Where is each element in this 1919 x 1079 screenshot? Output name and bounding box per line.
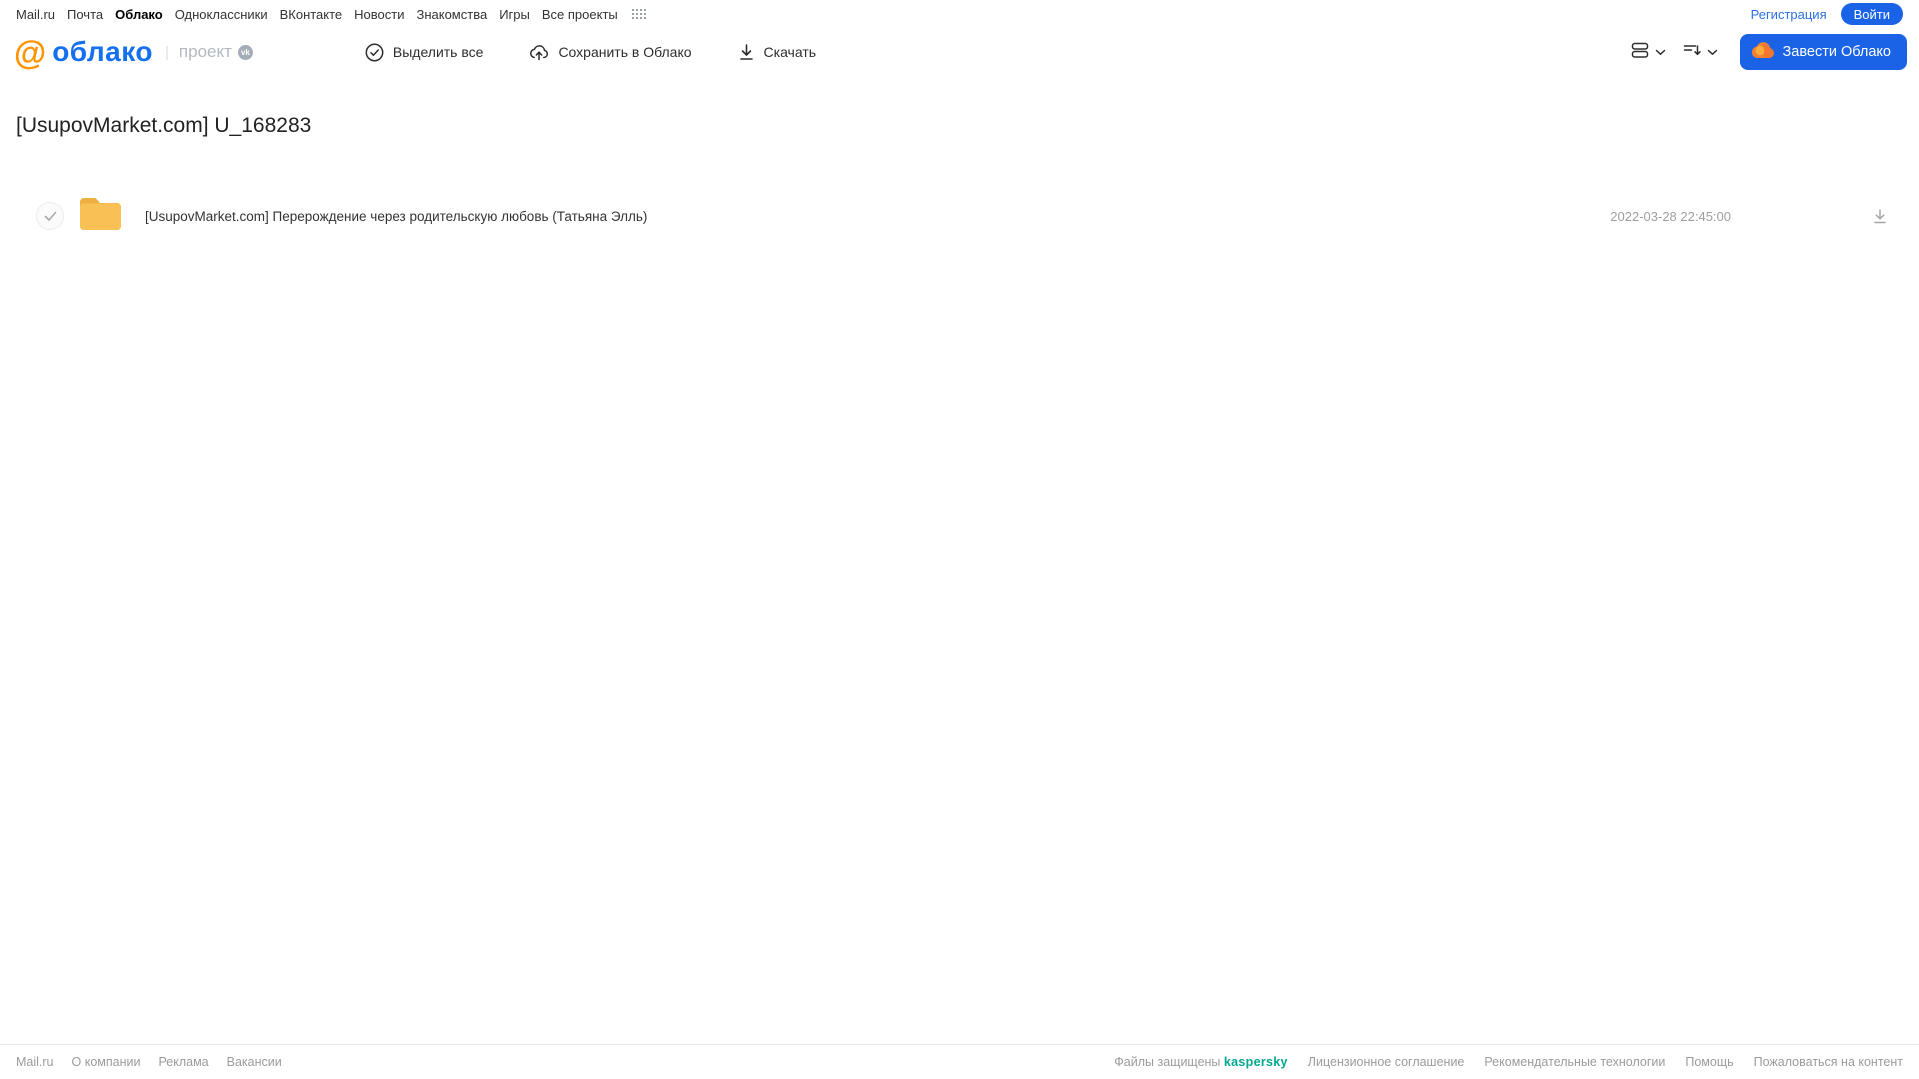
footer-ads-link[interactable]: Реклама: [158, 1055, 208, 1069]
vk-icon: vk: [237, 44, 253, 60]
cloud-logo-text: облако: [52, 36, 153, 67]
portal-nav: Mail.ru Почта Облако Одноклассники ВКонт…: [0, 0, 1919, 28]
register-link[interactable]: Регистрация: [1751, 7, 1827, 22]
get-cloud-button[interactable]: Завести Облако: [1739, 34, 1907, 70]
download-label: Скачать: [763, 44, 817, 60]
footer-report-link[interactable]: Пожаловаться на контент: [1754, 1055, 1903, 1069]
get-cloud-label: Завести Облако: [1782, 44, 1891, 60]
footer-left-links: Mail.ru О компании Реклама Вакансии: [16, 1055, 282, 1069]
page-title: [UsupovMarket.com] U_168283: [16, 114, 312, 137]
sort-icon: [1682, 41, 1702, 64]
project-label: проект: [178, 42, 232, 61]
nav-pochta[interactable]: Почта: [67, 7, 103, 22]
footer-help-link[interactable]: Помощь: [1685, 1055, 1733, 1069]
nav-novosti[interactable]: Новости: [354, 7, 404, 22]
folder-icon: [78, 195, 123, 237]
list-view-icon: [1630, 40, 1650, 65]
save-to-cloud-label: Сохранить в Облако: [558, 44, 692, 60]
nav-znakomstva[interactable]: Знакомства: [416, 7, 487, 22]
kaspersky-logo[interactable]: kaspersky: [1224, 1055, 1288, 1069]
logo-divider: |: [165, 43, 169, 61]
portal-nav-right: Регистрация Войти: [1751, 3, 1903, 25]
view-mode-dropdown[interactable]: [1630, 40, 1666, 65]
download-button[interactable]: Скачать: [738, 43, 817, 61]
nav-mailru[interactable]: Mail.ru: [16, 7, 55, 22]
nav-oblako[interactable]: Облако: [115, 7, 163, 22]
cloud-app-icon: [1751, 41, 1775, 63]
portal-nav-links: Mail.ru Почта Облако Одноклассники ВКонт…: [16, 7, 646, 22]
nav-vkontakte[interactable]: ВКонтакте: [280, 7, 343, 22]
header-right-controls: Завести Облако: [1630, 34, 1907, 70]
download-icon: [738, 43, 755, 61]
save-to-cloud-button[interactable]: Сохранить в Облако: [529, 43, 692, 62]
chevron-down-icon: [1655, 43, 1666, 61]
mailru-at-icon: @: [14, 33, 47, 71]
chevron-down-icon: [1707, 43, 1718, 61]
cloud-logo[interactable]: @ облако | проект vk: [14, 36, 253, 69]
nav-odnoklassniki[interactable]: Одноклассники: [175, 7, 268, 22]
file-date: 2022-03-28 22:45:00: [1610, 208, 1731, 224]
file-name[interactable]: [UsupovMarket.com] Перерождение через ро…: [145, 209, 1610, 224]
nav-igry[interactable]: Игры: [499, 7, 530, 22]
footer-jobs-link[interactable]: Вакансии: [227, 1055, 282, 1069]
kaspersky-protected: Файлы защищены kaspersky: [1114, 1055, 1287, 1069]
check-circle-icon: [365, 43, 384, 62]
footer-right-links: Файлы защищены kaspersky Лицензионное со…: [1114, 1055, 1903, 1069]
footer: Mail.ru О компании Реклама Вакансии Файл…: [0, 1044, 1919, 1079]
select-all-button[interactable]: Выделить все: [365, 43, 484, 62]
sort-dropdown[interactable]: [1682, 41, 1718, 64]
cloud-upload-icon: [529, 43, 549, 62]
app-header: @ облако | проект vk Выделить все Сохран…: [0, 28, 1919, 76]
row-download-icon[interactable]: [1871, 208, 1889, 225]
footer-about-link[interactable]: О компании: [72, 1055, 141, 1069]
row-checkbox[interactable]: [36, 202, 64, 230]
protected-label: Файлы защищены: [1114, 1055, 1221, 1069]
nav-all-projects[interactable]: Все проекты: [542, 7, 618, 22]
footer-license-link[interactable]: Лицензионное соглашение: [1308, 1055, 1465, 1069]
toolbar: Выделить все Сохранить в Облако Скачать: [365, 43, 816, 62]
all-projects-grid-icon[interactable]: [631, 9, 646, 19]
select-all-label: Выделить все: [392, 44, 484, 60]
footer-recommendations-link[interactable]: Рекомендательные технологии: [1484, 1055, 1665, 1069]
login-button[interactable]: Войти: [1840, 3, 1903, 25]
file-row[interactable]: [UsupovMarket.com] Перерождение через ро…: [0, 194, 1919, 238]
footer-mailru-link[interactable]: Mail.ru: [16, 1055, 54, 1069]
